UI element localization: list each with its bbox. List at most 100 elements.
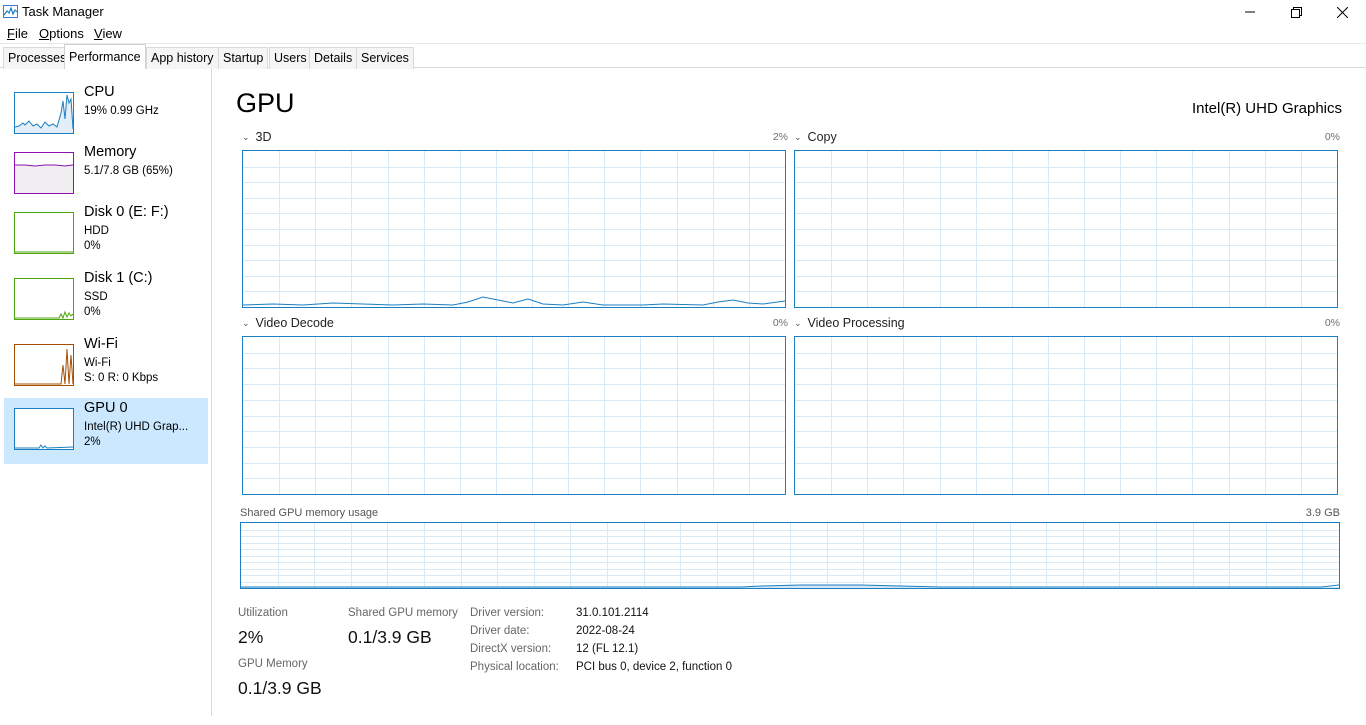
engine-video-processing-selector[interactable]: ⌄ Video Processing [794,316,905,330]
gpu-memory-value: 0.1/3.9 GB [238,678,322,698]
chevron-down-icon: ⌄ [242,318,250,328]
sidebar-sub-gpu0: 2% [84,436,101,448]
engine-video-decode-graph [242,336,786,495]
directx-version-value: 12 (FL 12.1) [576,643,639,655]
engine-video-processing-pct: 0% [1324,317,1340,329]
title-bar: Task Manager [0,0,1366,24]
shared-memory-graph [240,522,1340,589]
close-icon [1336,6,1348,18]
gpu-panel: GPU Intel(R) UHD Graphics ⌄ 3D 2% ⌄ Copy 0… [212,68,1366,716]
wifi-thumbnail-graph [14,344,74,386]
sidebar-detail-gpu0: Intel(R) UHD Grap... [84,421,189,433]
tab-startup[interactable]: Startup [218,47,269,69]
engine-video-decode-selector[interactable]: ⌄ Video Decode [242,316,334,330]
tab-processes[interactable]: Processes [3,47,72,69]
sidebar-title-disk1: Disk 1 (C:) [84,270,153,286]
utilization-value: 2% [238,627,264,647]
engine-3d-selector[interactable]: ⌄ 3D [242,130,272,144]
close-button[interactable] [1319,0,1365,24]
sidebar-title-gpu0: GPU 0 [84,400,128,416]
gpu0-thumbnail-graph [14,408,74,450]
directx-version-label: DirectX version: [470,643,552,655]
shared-memory-chart [241,523,1339,588]
sidebar-detail-cpu: 19% 0.99 GHz [84,105,159,117]
engine-video-decode-chart [243,337,785,494]
engine-3d-label: 3D [255,130,272,144]
graph-grid [795,337,1337,494]
minimize-icon [1245,11,1255,13]
window-title: Task Manager [22,4,104,19]
sidebar-title-cpu: CPU [84,84,115,100]
sidebar-item-memory[interactable]: Memory 5.1/7.8 GB (65%) [4,142,208,208]
graph-grid [795,151,1337,307]
sidebar-title-wifi: Wi-Fi [84,336,118,352]
engine-video-processing-chart [795,337,1337,494]
gpu-device-name: Intel(R) UHD Graphics [1191,100,1342,117]
sidebar-detail-memory: 5.1/7.8 GB (65%) [84,165,173,177]
sidebar-sub-disk1: 0% [84,306,101,318]
sidebar-title-memory: Memory [84,144,137,160]
graph-grid [241,523,1339,588]
gpu-memory-label: GPU Memory [238,658,308,670]
utilization-label: Utilization [238,607,288,619]
driver-version-label: Driver version: [470,607,545,619]
sidebar-detail-disk0: HDD [84,225,109,237]
sidebar-detail-disk1: SSD [84,291,108,303]
engine-video-decode-pct: 0% [772,317,788,329]
tab-details[interactable]: Details [309,47,358,69]
shared-gpu-memory-value: 0.1/3.9 GB [348,627,432,647]
driver-version-value: 31.0.101.2114 [576,607,649,619]
sidebar-item-wifi[interactable]: Wi-Fi Wi-Fi S: 0 R: 0 Kbps [4,334,208,400]
tab-users[interactable]: Users [269,47,312,69]
physical-location-label: Physical location: [470,661,559,673]
tab-bar: Processes Performance App history Startu… [0,44,1366,69]
sidebar-item-gpu0[interactable]: GPU 0 Intel(R) UHD Grap... 2% [4,398,208,464]
minimize-button[interactable] [1227,0,1273,24]
engine-copy-pct: 0% [1324,131,1340,143]
engine-video-processing-graph [794,336,1338,495]
graph-grid [243,337,785,494]
engine-3d-chart [243,151,785,307]
engine-copy-chart [795,151,1337,307]
page-title: GPU [236,88,295,118]
engine-copy-label: Copy [807,130,837,144]
chevron-down-icon: ⌄ [794,132,802,142]
engine-video-processing-label: Video Processing [807,316,905,330]
menu-file[interactable]: File [7,26,28,41]
memory-thumbnail-graph [14,152,74,194]
graph-grid [243,151,785,307]
cpu-thumbnail-graph [14,92,74,134]
restore-icon [1290,6,1302,18]
engine-copy-selector[interactable]: ⌄ Copy [794,130,837,144]
engine-3d-graph [242,150,786,308]
disk1-thumbnail-graph [14,278,74,320]
tab-services[interactable]: Services [356,47,414,69]
physical-location-value: PCI bus 0, device 2, function 0 [576,661,732,673]
tab-performance[interactable]: Performance [64,44,146,69]
task-manager-icon [3,5,18,18]
shared-gpu-memory-label: Shared GPU memory [348,607,458,619]
sidebar-sub-disk0: 0% [84,240,101,252]
sidebar-title-disk0: Disk 0 (E: F:) [84,204,169,220]
menu-view[interactable]: View [94,26,122,41]
sidebar-sub-wifi: S: 0 R: 0 Kbps [84,372,159,384]
resource-sidebar: CPU 19% 0.99 GHz Memory 5.1/7.8 GB (65%)… [0,68,212,716]
engine-copy-graph [794,150,1338,308]
menu-bar: File Options View [0,24,1366,44]
restore-button[interactable] [1273,0,1319,24]
tab-app-history[interactable]: App history [146,47,219,69]
sidebar-item-disk1[interactable]: Disk 1 (C:) SSD 0% [4,268,208,334]
engine-video-decode-label: Video Decode [255,316,334,330]
chevron-down-icon: ⌄ [242,132,250,142]
disk0-thumbnail-graph [14,212,74,254]
sidebar-item-cpu[interactable]: CPU 19% 0.99 GHz [4,82,208,148]
sidebar-item-disk0[interactable]: Disk 0 (E: F:) HDD 0% [4,202,208,268]
driver-date-label: Driver date: [470,625,530,637]
shared-memory-max: 3.9 GB [1305,507,1340,519]
menu-options[interactable]: Options [39,26,84,41]
chevron-down-icon: ⌄ [794,318,802,328]
driver-date-value: 2022-08-24 [576,625,635,637]
shared-memory-label: Shared GPU memory usage [240,507,379,519]
engine-3d-pct: 2% [772,131,788,143]
sidebar-detail-wifi: Wi-Fi [84,357,111,369]
